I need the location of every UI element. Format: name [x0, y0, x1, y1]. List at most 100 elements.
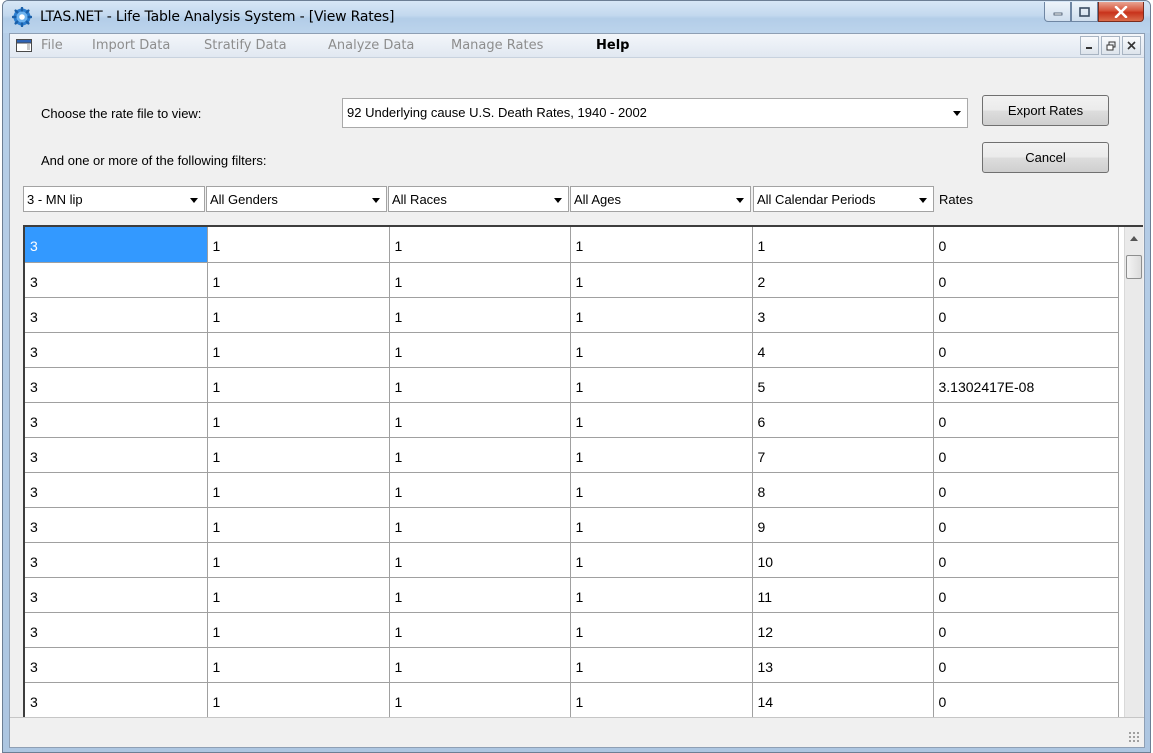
age-filter[interactable]: All Ages	[570, 186, 751, 212]
table-cell[interactable]: 12	[752, 612, 934, 648]
resize-grip-icon[interactable]	[1128, 731, 1140, 743]
table-cell[interactable]: 1	[570, 472, 753, 508]
table-cell[interactable]: 1	[389, 367, 571, 403]
table-cell[interactable]: 6	[752, 402, 934, 438]
table-row[interactable]: 3 1 1 1 11 0	[25, 577, 1119, 613]
table-cell[interactable]: 1	[389, 402, 571, 438]
table-cell[interactable]: 3	[25, 542, 208, 578]
scroll-thumb[interactable]	[1126, 255, 1142, 279]
table-cell[interactable]: 3	[25, 297, 208, 333]
table-cell[interactable]: 0	[933, 437, 1119, 473]
table-row[interactable]: 311140	[25, 332, 1119, 368]
table-cell[interactable]: 1	[207, 227, 390, 263]
table-cell[interactable]: 3	[25, 682, 208, 718]
table-cell[interactable]: 1	[570, 367, 753, 403]
close-button[interactable]	[1098, 2, 1144, 22]
table-cell[interactable]: 1	[207, 437, 390, 473]
table-cell[interactable]: 1	[389, 647, 571, 683]
table-cell[interactable]: 3	[25, 472, 208, 508]
table-row[interactable]: 3 1 1 1 5 3.1302417E-08	[25, 367, 1119, 403]
table-cell[interactable]: 3	[25, 402, 208, 438]
table-cell[interactable]: 3.1302417E-08	[933, 367, 1119, 403]
table-row[interactable]: 311130	[25, 297, 1119, 333]
title-bar[interactable]: LTAS.NET - Life Table Analysis System - …	[3, 1, 1150, 33]
table-cell[interactable]: 1	[389, 507, 571, 543]
table-cell[interactable]: 14	[752, 682, 934, 718]
table-cell[interactable]: 1	[389, 682, 571, 718]
table-cell[interactable]: 1	[207, 472, 390, 508]
table-cell[interactable]: 13	[752, 647, 934, 683]
table-cell[interactable]: 1	[389, 542, 571, 578]
table-cell[interactable]: 0	[933, 577, 1119, 613]
table-cell[interactable]: 3	[25, 647, 208, 683]
table-cell[interactable]: 1	[207, 367, 390, 403]
table-cell[interactable]: 1	[570, 262, 753, 298]
rate-file-combo[interactable]: 92 Underlying cause U.S. Death Rates, 19…	[342, 98, 968, 128]
table-cell[interactable]: 1	[570, 402, 753, 438]
table-cell[interactable]: 3	[25, 612, 208, 648]
table-cell[interactable]: 1	[570, 227, 753, 263]
cancel-button[interactable]: Cancel	[982, 142, 1109, 173]
maximize-button[interactable]	[1071, 2, 1098, 22]
gender-filter[interactable]: All Genders	[206, 186, 387, 212]
table-cell[interactable]: 3	[25, 367, 208, 403]
table-cell[interactable]: 1	[207, 577, 390, 613]
table-cell[interactable]: 1	[389, 262, 571, 298]
table-cell[interactable]: 1	[389, 297, 571, 333]
table-cell[interactable]: 1	[570, 332, 753, 368]
table-cell[interactable]: 1	[389, 612, 571, 648]
cause-filter[interactable]: 3 - MN lip	[23, 186, 205, 212]
menu-stratify-data[interactable]: Stratify Data	[204, 38, 287, 53]
table-row[interactable]: 311170	[25, 437, 1119, 473]
table-cell[interactable]: 0	[933, 402, 1119, 438]
table-row[interactable]: 311160	[25, 402, 1119, 438]
table-cell[interactable]: 1	[207, 507, 390, 543]
table-cell[interactable]: 0	[933, 647, 1119, 683]
table-cell[interactable]: 3	[25, 227, 208, 263]
table-cell[interactable]: 1	[207, 297, 390, 333]
table-row[interactable]: 311120	[25, 262, 1119, 298]
mdi-restore-button[interactable]	[1101, 36, 1120, 55]
table-cell[interactable]: 1	[207, 612, 390, 648]
table-cell[interactable]: 1	[752, 227, 934, 263]
table-cell[interactable]: 1	[207, 647, 390, 683]
menu-import-data[interactable]: Import Data	[92, 38, 170, 53]
table-cell[interactable]: 3	[752, 297, 934, 333]
table-cell[interactable]: 3	[25, 332, 208, 368]
scroll-up-icon[interactable]	[1130, 236, 1138, 241]
table-cell[interactable]: 0	[933, 332, 1119, 368]
table-cell[interactable]: 1	[570, 507, 753, 543]
table-row[interactable]: 311110	[25, 227, 1119, 263]
table-row[interactable]: 311180	[25, 472, 1119, 508]
table-row[interactable]: 3 1 1 1 14 0	[25, 682, 1119, 718]
mdi-minimize-button[interactable]	[1080, 36, 1099, 55]
table-cell[interactable]: 0	[933, 682, 1119, 718]
menu-file[interactable]: File	[41, 38, 63, 53]
table-cell[interactable]: 1	[570, 647, 753, 683]
mdi-close-button[interactable]	[1122, 36, 1141, 55]
table-cell[interactable]: 11	[752, 577, 934, 613]
table-cell[interactable]: 0	[933, 472, 1119, 508]
table-row[interactable]: 3 1 1 1 10 0	[25, 542, 1119, 578]
table-cell[interactable]: 1	[570, 437, 753, 473]
table-cell[interactable]: 3	[25, 507, 208, 543]
table-row[interactable]: 311190	[25, 507, 1119, 543]
vertical-scrollbar[interactable]	[1124, 227, 1143, 738]
period-filter[interactable]: All Calendar Periods	[753, 186, 934, 212]
table-cell[interactable]: 1	[389, 577, 571, 613]
table-cell[interactable]: 7	[752, 437, 934, 473]
mdi-child-window-icon[interactable]	[16, 39, 32, 52]
table-cell[interactable]: 0	[933, 262, 1119, 298]
table-cell[interactable]: 1	[570, 297, 753, 333]
table-cell[interactable]: 10	[752, 542, 934, 578]
table-cell[interactable]: 1	[389, 437, 571, 473]
table-row[interactable]: 3 1 1 1 12 0	[25, 612, 1119, 648]
menu-manage-rates[interactable]: Manage Rates	[451, 38, 543, 53]
race-filter[interactable]: All Races	[388, 186, 569, 212]
table-cell[interactable]: 1	[207, 682, 390, 718]
table-cell[interactable]: 8	[752, 472, 934, 508]
table-cell[interactable]: 3	[25, 437, 208, 473]
table-cell[interactable]: 0	[933, 297, 1119, 333]
table-cell[interactable]: 4	[752, 332, 934, 368]
table-cell[interactable]: 1	[570, 542, 753, 578]
